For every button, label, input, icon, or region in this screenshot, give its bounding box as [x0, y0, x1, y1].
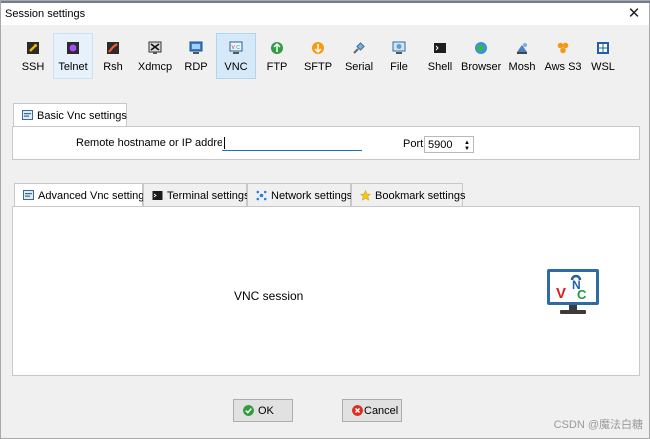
logo-letter-v: V: [556, 285, 566, 302]
xdmcp-icon: [148, 41, 162, 54]
terminal-icon: [152, 191, 163, 200]
session-type-mosh[interactable]: Mosh: [506, 33, 538, 79]
session-type-label: WSL: [591, 61, 615, 73]
ok-button[interactable]: OK: [233, 399, 293, 422]
tab-label: Bookmark settings: [375, 190, 466, 202]
logo-letter-c: C: [577, 287, 587, 302]
wsl-icon: [597, 42, 609, 54]
window-title: Session settings: [5, 8, 86, 20]
session-settings-dialog: Session settings ✕ SSH Telnet Rsh Xdmcp …: [0, 0, 650, 439]
tab-label: Network settings: [271, 190, 353, 202]
session-type-label: SFTP: [303, 61, 333, 73]
session-type-ssh[interactable]: SSH: [15, 33, 51, 79]
settings-window-icon: [22, 110, 33, 120]
settings-window-icon: [23, 190, 34, 200]
tab-bookmark-settings[interactable]: Bookmark settings: [351, 183, 466, 207]
tab-label: Basic Vnc settings: [37, 110, 127, 122]
session-type-label: FTP: [266, 61, 288, 73]
tab-network-settings[interactable]: Network settings: [247, 183, 353, 207]
browser-icon: [475, 42, 487, 54]
port-spinbox[interactable]: 5900 ▲ ▼: [424, 136, 474, 153]
telnet-icon: [67, 42, 79, 54]
network-icon: [256, 190, 267, 201]
session-type-sftp[interactable]: SFTP: [300, 33, 336, 79]
port-label: Port: [403, 138, 424, 150]
session-type-aws-s3[interactable]: Aws S3: [542, 33, 584, 79]
session-type-label: Rsh: [103, 61, 123, 73]
vnc-icon: V C: [229, 41, 243, 54]
session-type-label: Aws S3: [544, 61, 582, 73]
cancel-label: Cancel: [364, 405, 399, 417]
mosh-icon: [517, 43, 527, 54]
session-type-shell[interactable]: Shell: [423, 33, 457, 79]
rsh-icon: [107, 42, 119, 54]
session-caption: VNC session: [234, 289, 304, 303]
session-type-xdmcp[interactable]: Xdmcp: [134, 33, 176, 79]
session-type-label: Xdmcp: [137, 61, 173, 73]
title-bar: Session settings ✕: [1, 3, 649, 25]
tab-label: Terminal settings: [167, 190, 250, 202]
cancel-button[interactable]: Cancel: [342, 399, 402, 422]
watermark: CSDN @魔法白糖: [553, 419, 643, 431]
session-type-label: VNC: [224, 61, 248, 73]
session-type-bar: SSH Telnet Rsh Xdmcp RDP V C VNC FTP SFT…: [1, 25, 649, 87]
check-circle-icon: [243, 405, 254, 416]
session-type-ftp[interactable]: FTP: [260, 33, 294, 79]
serial-icon: [353, 42, 365, 54]
text-caret: [224, 137, 225, 149]
svg-text:C: C: [236, 45, 240, 51]
ok-label: OK: [258, 405, 274, 417]
session-type-label: File: [390, 61, 408, 73]
session-type-label: Serial: [344, 61, 374, 73]
spin-down-icon[interactable]: ▼: [464, 146, 470, 152]
session-type-telnet[interactable]: Telnet: [53, 33, 93, 79]
session-type-rdp[interactable]: RDP: [178, 33, 214, 79]
session-type-wsl[interactable]: WSL: [587, 33, 619, 79]
session-type-file[interactable]: File: [384, 33, 414, 79]
session-type-label: Shell: [427, 61, 453, 73]
aws-s3-icon: [557, 42, 569, 54]
tab-advanced-vnc-settings[interactable]: Advanced Vnc settings: [14, 183, 150, 207]
session-type-label: RDP: [184, 61, 208, 73]
ssh-icon: [27, 42, 39, 54]
session-type-browser[interactable]: Browser: [460, 33, 502, 79]
session-type-label: SSH: [21, 61, 45, 73]
rdp-icon: [189, 41, 203, 54]
tab-terminal-settings[interactable]: Terminal settings: [143, 183, 250, 207]
close-button[interactable]: ✕: [625, 5, 643, 23]
hostname-input[interactable]: [222, 135, 362, 151]
hostname-label: Remote hostname or IP address *: [76, 137, 242, 149]
cancel-circle-icon: [352, 405, 363, 416]
shell-icon: [434, 43, 446, 53]
session-type-label: Mosh: [508, 61, 536, 73]
star-icon: [360, 190, 371, 201]
tab-label: Advanced Vnc settings: [38, 190, 150, 202]
file-icon: [392, 41, 406, 54]
session-type-rsh[interactable]: Rsh: [96, 33, 130, 79]
session-type-serial[interactable]: Serial: [340, 33, 378, 79]
session-type-label: Telnet: [58, 61, 88, 73]
ftp-icon: [271, 42, 283, 54]
port-value: 5900: [428, 139, 453, 151]
session-type-label: Browser: [461, 61, 502, 73]
sftp-icon: [312, 42, 324, 54]
session-type-vnc[interactable]: V C VNC: [216, 33, 256, 79]
vnc-monitor-logo: V N C: [547, 269, 599, 314]
tab-basic-vnc-settings[interactable]: Basic Vnc settings: [13, 103, 127, 127]
